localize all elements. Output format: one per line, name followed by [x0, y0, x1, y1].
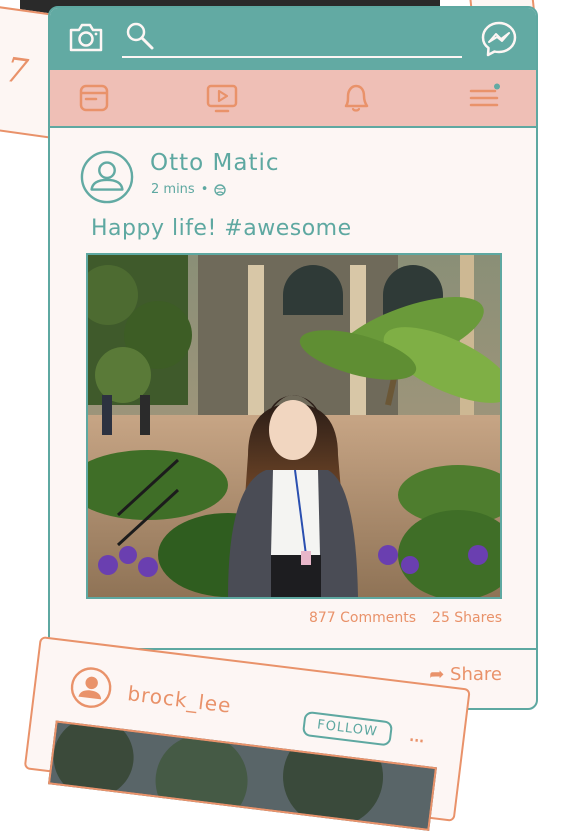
phone-frame: Otto Matic 2 mins • Happy life! #awesome [48, 6, 538, 710]
garden-photo [88, 255, 500, 597]
avatar-2[interactable] [68, 664, 115, 711]
video-icon[interactable] [206, 82, 238, 114]
post-caption: Happy life! #awesome [91, 216, 352, 241]
search-icon[interactable] [124, 20, 156, 52]
nav-bar [50, 70, 536, 128]
share-arrow-icon: ➦ [429, 664, 445, 685]
share-button[interactable]: ➦ Share [429, 664, 502, 685]
post-meta: 2 mins • [151, 182, 227, 197]
top-bar [50, 8, 536, 70]
post-author[interactable]: Otto Matic [150, 150, 280, 176]
shares-count[interactable]: 25 Shares [432, 610, 502, 626]
bell-icon[interactable] [340, 82, 372, 114]
messenger-icon[interactable] [480, 20, 518, 58]
feed-icon[interactable] [78, 82, 110, 114]
share-label: Share [450, 664, 502, 685]
avatar[interactable] [80, 150, 134, 204]
globe-icon [214, 183, 227, 196]
follow-button[interactable]: FOLLOW [301, 710, 394, 747]
separator-dot: • [200, 182, 209, 197]
next-post-username[interactable]: brock_lee [126, 681, 233, 718]
camera-icon[interactable] [68, 21, 104, 53]
post-stats: 877 Comments 25 Shares [309, 610, 502, 626]
search-input[interactable] [122, 56, 462, 58]
menu-icon[interactable] [468, 82, 500, 114]
post-photo[interactable] [86, 253, 502, 599]
comments-count[interactable]: 877 Comments [309, 610, 416, 626]
more-icon[interactable]: ... [407, 722, 425, 749]
post-time: 2 mins [151, 182, 195, 197]
scribble-text: 7 [3, 49, 31, 93]
